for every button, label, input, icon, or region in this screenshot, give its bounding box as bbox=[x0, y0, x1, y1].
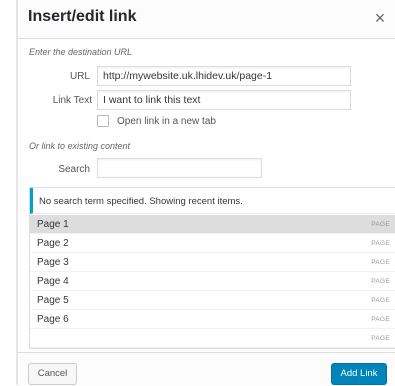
result-item-type: PAGE bbox=[371, 240, 390, 247]
result-item-type: PAGE bbox=[371, 335, 390, 342]
new-tab-checkbox[interactable] bbox=[97, 115, 109, 127]
add-link-button[interactable]: Add Link bbox=[331, 363, 387, 385]
results-list[interactable]: No search term specified. Showing recent… bbox=[29, 187, 395, 349]
result-item[interactable]: PAGE bbox=[30, 329, 395, 348]
url-input[interactable]: http://mywebsite.uk.lhidev.uk/page-1 bbox=[97, 66, 351, 86]
result-item[interactable]: Page 6 PAGE bbox=[30, 310, 395, 329]
result-item-title: Page 1 bbox=[37, 219, 69, 230]
result-item-type: PAGE bbox=[371, 259, 390, 266]
dialog-left-border bbox=[16, 0, 18, 385]
result-item-type: PAGE bbox=[371, 297, 390, 304]
search-label: Search bbox=[58, 164, 90, 175]
result-item-type: PAGE bbox=[371, 278, 390, 285]
result-item-type: PAGE bbox=[371, 221, 390, 228]
result-item[interactable]: Page 3 PAGE bbox=[30, 253, 395, 272]
link-text-label: Link Text bbox=[52, 95, 92, 106]
existing-section-heading: Or link to existing content bbox=[29, 141, 131, 151]
result-item-title: Page 5 bbox=[37, 295, 69, 306]
search-input[interactable] bbox=[97, 158, 262, 178]
close-icon[interactable]: × bbox=[371, 9, 389, 27]
result-item-title: Page 6 bbox=[37, 314, 69, 325]
results-notice: No search term specified. Showing recent… bbox=[30, 188, 395, 214]
result-item-title: Page 3 bbox=[37, 257, 69, 268]
result-item-title: Page 4 bbox=[37, 276, 69, 287]
result-item[interactable]: Page 1 PAGE bbox=[30, 215, 395, 234]
cancel-button[interactable]: Cancel bbox=[28, 363, 77, 385]
result-item[interactable]: Page 2 PAGE bbox=[30, 234, 395, 253]
result-item[interactable]: Page 5 PAGE bbox=[30, 291, 395, 310]
result-item-title: Page 2 bbox=[37, 238, 69, 249]
url-label: URL bbox=[69, 71, 90, 82]
result-item-type: PAGE bbox=[371, 316, 390, 323]
result-item[interactable]: Page 4 PAGE bbox=[30, 272, 395, 291]
dialog-title: Insert/edit link bbox=[28, 8, 137, 25]
link-text-input[interactable]: I want to link this text bbox=[97, 90, 351, 110]
url-section-heading: Enter the destination URL bbox=[29, 47, 133, 57]
new-tab-label[interactable]: Open link in a new tab bbox=[117, 116, 216, 127]
